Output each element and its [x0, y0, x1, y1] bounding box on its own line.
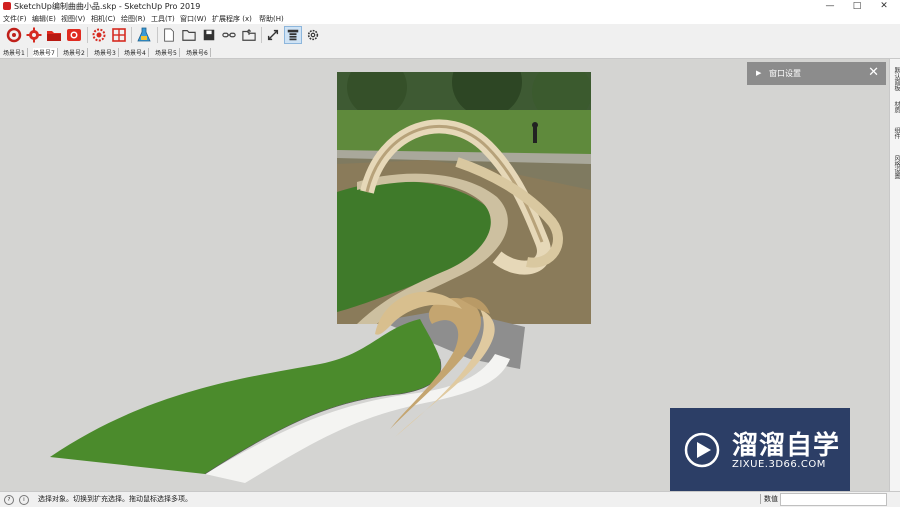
- menu-file[interactable]: 文件(F): [3, 14, 27, 24]
- minimize-button[interactable]: —: [816, 0, 844, 13]
- settings-icon[interactable]: [90, 26, 108, 44]
- resize-icon[interactable]: [264, 26, 282, 44]
- geolocation-icon[interactable]: ?: [4, 495, 14, 505]
- watermark-banner: 溜溜自学 ZIXUE.3D66.COM: [670, 408, 850, 493]
- menu-draw[interactable]: 绘图(R): [121, 14, 145, 24]
- menu-camera[interactable]: 相机(C): [91, 14, 115, 24]
- panel-icon[interactable]: [284, 26, 302, 44]
- close-icon[interactable]: ✕: [868, 65, 879, 80]
- gear-icon[interactable]: [25, 26, 43, 44]
- sketchup-app-icon: [3, 2, 11, 10]
- status-hint: 选择对象。切换到扩充选择。拖动鼠标选择多项。: [38, 495, 192, 503]
- watermark-brand: 溜溜自学: [732, 431, 841, 461]
- info-icon[interactable]: i: [19, 495, 29, 505]
- play-logo-icon: [684, 432, 720, 468]
- menu-edit[interactable]: 编辑(E): [32, 14, 56, 24]
- menu-bar: 文件(F) 编辑(E) 视图(V) 相机(C) 绘图(R) 工具(T) 窗口(W…: [0, 13, 900, 24]
- menu-view[interactable]: 视图(V): [61, 14, 85, 24]
- title-bar: SketchUp编制曲曲小品.skp - SketchUp Pro 2019 —…: [0, 0, 900, 13]
- menu-extensions[interactable]: 扩展程序 (x): [212, 14, 252, 24]
- window-title: SketchUp编制曲曲小品.skp - SketchUp Pro 2019: [14, 2, 201, 11]
- tray-tab-materials[interactable]: 材质: [890, 101, 900, 113]
- scene-tab-active[interactable]: 场景号7: [33, 48, 58, 57]
- scene-tab[interactable]: 场景号5: [155, 48, 180, 57]
- tray-tab-strip: 默认面板 材质 组件 风格设置: [889, 59, 900, 491]
- scene-tab-bar: 场景号1 场景号7 场景号2 场景号3 场景号4 场景号5 场景号6: [0, 47, 900, 59]
- scene-tab[interactable]: 场景号3: [94, 48, 119, 57]
- watermark-url: ZIXUE.3D66.COM: [732, 459, 826, 470]
- menu-window[interactable]: 窗口(W): [180, 14, 206, 24]
- link-icon[interactable]: [220, 26, 238, 44]
- folder-export-icon[interactable]: [240, 26, 258, 44]
- page-icon[interactable]: [160, 26, 178, 44]
- measurements-label: 数值: [760, 494, 778, 504]
- flask-icon[interactable]: [135, 26, 153, 44]
- tray-tab-styles[interactable]: 风格设置: [890, 155, 900, 179]
- scene-tab[interactable]: 场景号4: [124, 48, 149, 57]
- tray-tab-components[interactable]: 组件: [890, 127, 900, 139]
- folder-icon[interactable]: [45, 26, 63, 44]
- ruby-icon[interactable]: [5, 26, 23, 44]
- scene-tab[interactable]: 场景号2: [63, 48, 88, 57]
- grid-icon[interactable]: [110, 26, 128, 44]
- toolbar: [0, 24, 900, 48]
- close-button[interactable]: ✕: [870, 0, 898, 13]
- window-settings-panel[interactable]: ▶ 窗口设置 ✕: [747, 62, 886, 85]
- save-icon[interactable]: [200, 26, 218, 44]
- collapse-arrow-icon[interactable]: ▶: [756, 69, 761, 77]
- scene-tab[interactable]: 场景号6: [186, 48, 211, 57]
- panel-title: 窗口设置: [769, 69, 801, 78]
- menu-tools[interactable]: 工具(T): [151, 14, 175, 24]
- screenshot-icon[interactable]: [65, 26, 83, 44]
- status-bar: ? i 选择对象。切换到扩充选择。拖动鼠标选择多项。 数值: [0, 491, 900, 507]
- scene-tab[interactable]: 场景号1: [3, 48, 28, 57]
- cog-icon[interactable]: [304, 26, 322, 44]
- tray-tab-default[interactable]: 默认面板: [890, 67, 900, 91]
- menu-help[interactable]: 帮助(H): [259, 14, 284, 24]
- measurements-input[interactable]: [780, 493, 887, 506]
- maximize-button[interactable]: □: [843, 0, 871, 13]
- open-folder-icon[interactable]: [180, 26, 198, 44]
